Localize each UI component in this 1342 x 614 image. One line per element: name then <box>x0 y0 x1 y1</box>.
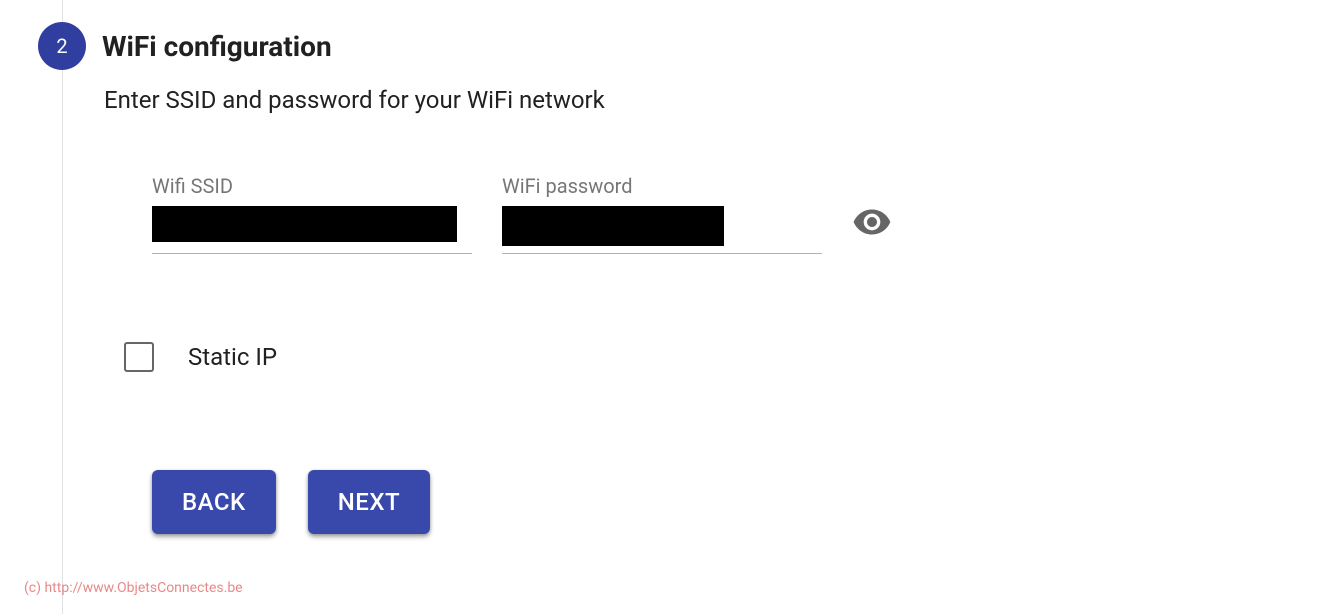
copyright-text: (c) http://www.ObjetsConnectes.be <box>24 580 243 596</box>
step-content: Enter SSID and password for your WiFi ne… <box>104 86 892 534</box>
static-ip-label: Static IP <box>188 343 277 371</box>
stepper-vertical-line <box>62 0 63 614</box>
step-header: 2 WiFi configuration <box>38 22 332 70</box>
password-visibility-toggle[interactable] <box>852 202 892 254</box>
static-ip-checkbox[interactable] <box>124 342 154 372</box>
step-number-badge: 2 <box>38 22 86 70</box>
ssid-label: Wifi SSID <box>152 174 472 198</box>
navigation-buttons: BACK NEXT <box>152 470 892 534</box>
password-label: WiFi password <box>502 174 822 198</box>
step-description: Enter SSID and password for your WiFi ne… <box>104 86 892 114</box>
static-ip-row: Static IP <box>124 342 892 372</box>
next-button[interactable]: NEXT <box>308 470 430 534</box>
ssid-field: Wifi SSID <box>152 174 472 254</box>
wifi-form-row: Wifi SSID WiFi password <box>152 174 892 254</box>
password-input[interactable] <box>502 216 822 254</box>
ssid-input[interactable] <box>152 216 472 254</box>
eye-icon <box>852 202 892 242</box>
back-button[interactable]: BACK <box>152 470 276 534</box>
step-title: WiFi configuration <box>102 30 332 63</box>
password-field: WiFi password <box>502 174 822 254</box>
